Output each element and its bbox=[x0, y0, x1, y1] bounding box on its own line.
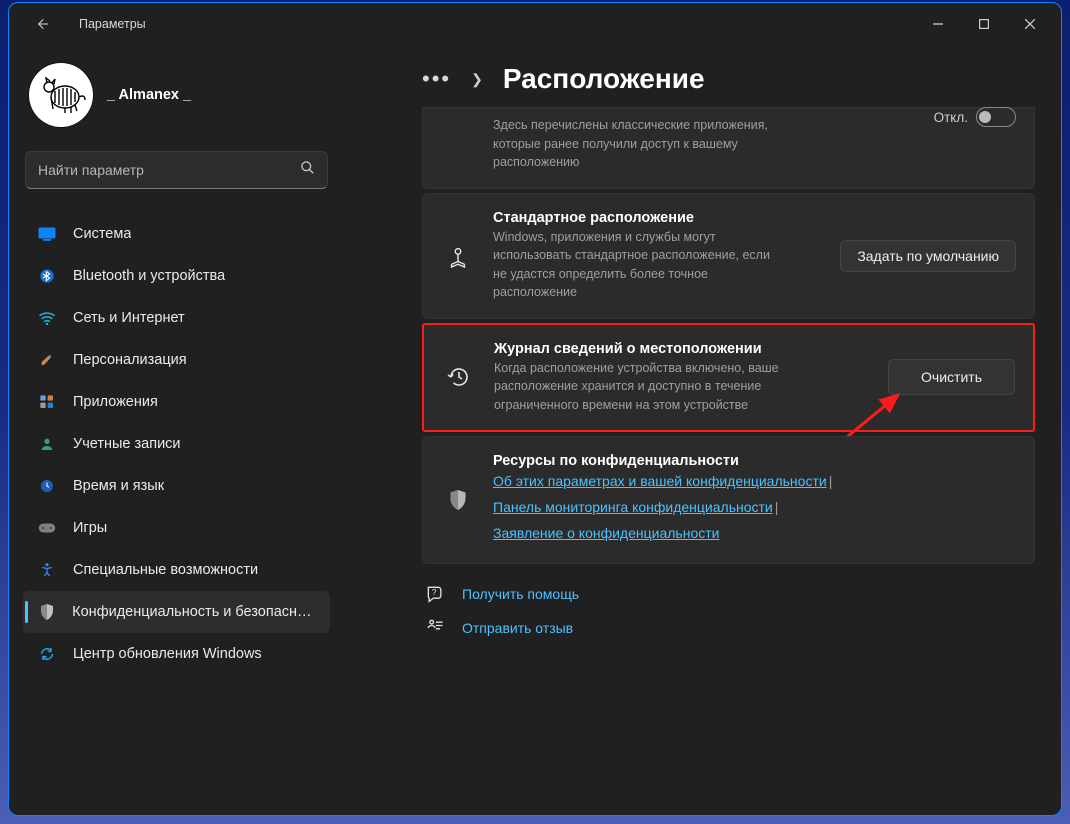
toggle-label: Откл. bbox=[934, 110, 968, 125]
brush-icon bbox=[37, 350, 57, 370]
bluetooth-icon bbox=[37, 266, 57, 286]
sidebar-item-time[interactable]: Время и язык bbox=[23, 465, 330, 507]
card-desc: Когда расположение устройства включено, … bbox=[494, 359, 814, 415]
sidebar-item-network[interactable]: Сеть и Интернет bbox=[23, 297, 330, 339]
content: ••• ❯ Расположение Здесь перечислены кла… bbox=[344, 45, 1061, 815]
sidebar: _ Almanex _ Система Bluetooth и устройст… bbox=[9, 45, 344, 815]
clock-icon bbox=[37, 476, 57, 496]
card-desc: Windows, приложения и службы могут испол… bbox=[493, 228, 783, 302]
card-privacy-resources: Ресурсы по конфиденциальности Об этих па… bbox=[422, 436, 1035, 564]
sidebar-item-label: Приложения bbox=[73, 394, 158, 410]
avatar bbox=[29, 63, 93, 127]
accessibility-icon bbox=[37, 560, 57, 580]
shield-icon bbox=[37, 602, 56, 622]
breadcrumb: ••• ❯ Расположение bbox=[422, 63, 1035, 95]
search-box[interactable] bbox=[25, 151, 328, 189]
sidebar-item-bluetooth[interactable]: Bluetooth и устройства bbox=[23, 255, 330, 297]
user-profile[interactable]: _ Almanex _ bbox=[23, 57, 330, 145]
toggle-switch[interactable] bbox=[976, 107, 1016, 127]
shield-outline-icon bbox=[445, 487, 471, 513]
sidebar-item-accessibility[interactable]: Специальные возможности bbox=[23, 549, 330, 591]
breadcrumb-more[interactable]: ••• bbox=[422, 66, 451, 92]
sidebar-item-label: Учетные записи bbox=[73, 436, 181, 452]
privacy-link-dashboard[interactable]: Панель мониторинга конфиденциальности bbox=[493, 499, 773, 515]
maximize-button[interactable] bbox=[961, 8, 1007, 40]
chevron-right-icon: ❯ bbox=[471, 71, 483, 88]
search-input[interactable] bbox=[38, 162, 290, 178]
sidebar-item-update[interactable]: Центр обновления Windows bbox=[23, 633, 330, 675]
sidebar-item-label: Время и язык bbox=[73, 478, 164, 494]
help-label: Получить помощь bbox=[462, 586, 579, 602]
card-classic-apps: Здесь перечислены классические приложени… bbox=[422, 107, 1035, 189]
back-button[interactable] bbox=[31, 13, 53, 35]
feedback-icon bbox=[424, 618, 446, 638]
sidebar-item-label: Центр обновления Windows bbox=[73, 646, 262, 662]
close-button[interactable] bbox=[1007, 8, 1053, 40]
sidebar-item-label: Конфиденциальность и безопасность bbox=[72, 604, 316, 620]
settings-window: Параметры bbox=[8, 2, 1062, 816]
search-icon bbox=[300, 160, 315, 180]
sidebar-item-personalization[interactable]: Персонализация bbox=[23, 339, 330, 381]
privacy-link-statement[interactable]: Заявление о конфиденциальности bbox=[493, 525, 719, 541]
sidebar-item-system[interactable]: Система bbox=[23, 213, 330, 255]
feedback-link[interactable]: Отправить отзыв bbox=[424, 618, 1035, 638]
sync-icon bbox=[37, 644, 57, 664]
monitor-icon bbox=[37, 224, 57, 244]
sidebar-item-privacy[interactable]: Конфиденциальность и безопасность bbox=[23, 591, 330, 633]
sidebar-item-accounts[interactable]: Учетные записи bbox=[23, 423, 330, 465]
map-pin-icon bbox=[445, 243, 471, 269]
card-title: Стандартное расположение bbox=[493, 210, 822, 226]
apps-icon bbox=[37, 392, 57, 412]
wifi-icon bbox=[37, 308, 57, 328]
help-link[interactable]: ? Получить помощь bbox=[424, 584, 1035, 604]
card-location-history: Журнал сведений о местоположении Когда р… bbox=[422, 323, 1035, 433]
card-title: Ресурсы по конфиденциальности bbox=[493, 453, 1016, 469]
page-title: Расположение bbox=[503, 63, 705, 95]
help-icon: ? bbox=[424, 584, 446, 604]
sidebar-item-label: Сеть и Интернет bbox=[73, 310, 185, 326]
sidebar-item-games[interactable]: Игры bbox=[23, 507, 330, 549]
titlebar: Параметры bbox=[9, 3, 1061, 45]
user-icon bbox=[37, 434, 57, 454]
sidebar-item-label: Игры bbox=[73, 520, 107, 536]
toggle-row: Откл. bbox=[934, 107, 1016, 127]
feedback-label: Отправить отзыв bbox=[462, 620, 573, 636]
user-name: _ Almanex _ bbox=[107, 87, 191, 103]
history-icon bbox=[446, 364, 472, 390]
card-default-location: Стандартное расположение Windows, прилож… bbox=[422, 193, 1035, 319]
svg-text:?: ? bbox=[432, 587, 437, 597]
privacy-link-about[interactable]: Об этих параметрах и вашей конфиденциаль… bbox=[493, 473, 827, 489]
window-title: Параметры bbox=[79, 17, 146, 31]
clear-button[interactable]: Очистить bbox=[888, 359, 1015, 395]
minimize-button[interactable] bbox=[915, 8, 961, 40]
nav: Система Bluetooth и устройства Сеть и Ин… bbox=[23, 213, 330, 675]
card-title: Журнал сведений о местоположении bbox=[494, 341, 870, 357]
sidebar-item-apps[interactable]: Приложения bbox=[23, 381, 330, 423]
sidebar-item-label: Персонализация bbox=[73, 352, 187, 368]
sidebar-item-label: Bluetooth и устройства bbox=[73, 268, 225, 284]
gamepad-icon bbox=[37, 518, 57, 538]
card-desc: Здесь перечислены классические приложени… bbox=[493, 116, 773, 172]
set-default-button[interactable]: Задать по умолчанию bbox=[840, 240, 1016, 272]
sidebar-item-label: Специальные возможности bbox=[73, 562, 258, 578]
sidebar-item-label: Система bbox=[73, 226, 131, 242]
